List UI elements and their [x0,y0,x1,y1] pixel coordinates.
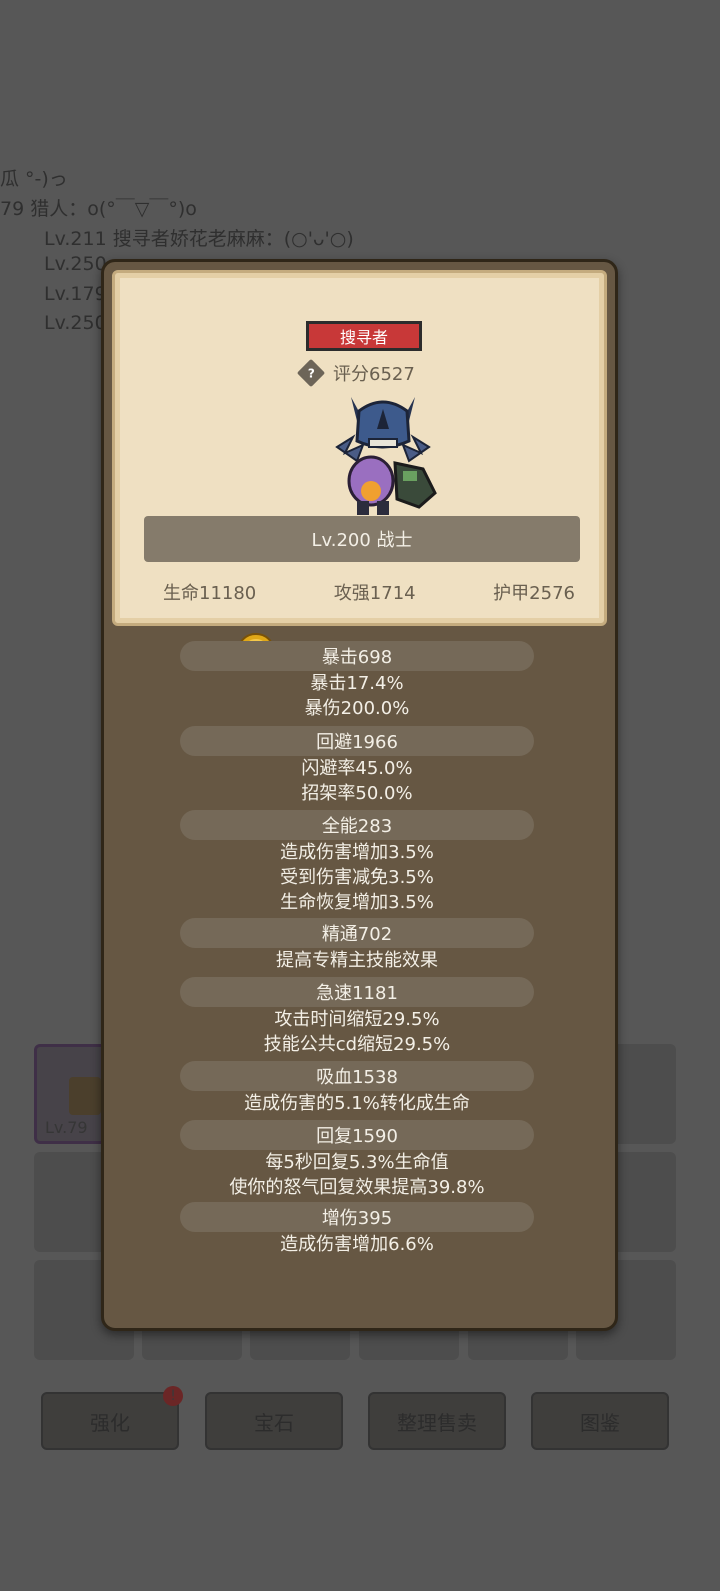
stat-detail: 受到伤害减免3.5% [280,867,434,888]
bag-icon [69,1077,101,1115]
stat-detail: 造成伤害增加6.6% [280,1234,434,1255]
chat-line: Lv.179 [44,283,107,305]
stat-block-haste: 急速1181 攻击时间缩短29.5% 技能公共cd缩短29.5% [180,977,534,1057]
slot-level: Lv.79 [45,1118,88,1137]
stat-header: 吸血1538 [180,1061,534,1091]
stat-detail: 攻击时间缩短29.5% [274,1009,440,1030]
stat-block-regen: 回复1590 每5秒回复5.3%生命值 使你的怒气回复效果提高39.8% [180,1120,534,1200]
armor-stat: 护甲2576 [493,583,575,604]
stat-header: 回避1966 [180,726,534,756]
rank-badge: 搜寻者 [306,321,422,351]
enhance-button-label: 强化 [90,1410,130,1435]
stat-header: 精通702 [180,918,534,948]
codex-button[interactable]: 图鉴 [531,1392,669,1450]
level-class-bar: Lv.200 战士 [144,516,580,562]
chat-line: 79 猎人：o(°￣▽￣°)o [0,198,197,220]
chat-line: Lv.211 搜寻者娇花老麻麻：(○'ᴗ'○) [44,228,354,250]
stat-block-mastery: 精通702 提高专精主技能效果 [180,918,534,973]
codex-button-label: 图鉴 [580,1410,620,1435]
character-card: 搜寻者 ? 评分6527 Lv.200 战士 生命11180 攻强1714 护甲… [112,270,607,626]
chat-line: 瓜 °-)っ [0,168,68,190]
gem-button-label: 宝石 [254,1410,294,1435]
stat-block-crit: 暴击698 暴击17.4% 暴伤200.0% [180,641,534,721]
stat-header: 全能283 [180,810,534,840]
stat-detail: 生命恢复增加3.5% [280,892,434,913]
stat-header: 暴击698 [180,641,534,671]
score-row: ? 评分6527 [296,358,415,388]
stat-detail: 造成伤害增加3.5% [280,842,434,863]
stat-detail: 闪避率45.0% [301,758,413,779]
hp-stat: 生命11180 [163,583,257,604]
stat-detail: 招架率50.0% [301,783,413,804]
stat-header: 急速1181 [180,977,534,1007]
stat-block-evade: 回避1966 闪避率45.0% 招架率50.0% [180,726,534,806]
attack-stat: 攻强1714 [333,583,416,604]
stat-detail: 提高专精主技能效果 [276,950,438,971]
main-stats: 生命11180 攻强1714 护甲2576 [145,579,575,605]
score-value: 评分6527 [333,364,415,385]
stat-header: 增伤395 [180,1202,534,1232]
warrior-avatar [335,397,437,515]
enhance-button[interactable]: 强化 ! [41,1386,183,1450]
sort-sell-button[interactable]: 整理售卖 [368,1392,506,1450]
stat-block-damage-bonus: 增伤395 造成伤害增加6.6% [180,1202,534,1257]
stat-detail: 暴伤200.0% [304,698,410,719]
alert-badge-icon: ! [163,1386,183,1406]
stat-detail: 造成伤害的5.1%转化成生命 [244,1093,470,1114]
help-icon[interactable]: ? [296,358,326,388]
stat-block-versatility: 全能283 造成伤害增加3.5% 受到伤害减免3.5% 生命恢复增加3.5% [180,810,534,915]
stat-detail: 暴击17.4% [310,673,404,694]
stat-detail: 使你的怒气回复效果提高39.8% [229,1177,485,1198]
sort-sell-button-label: 整理售卖 [397,1410,477,1435]
stat-block-lifesteal: 吸血1538 造成伤害的5.1%转化成生命 [180,1061,534,1116]
stat-detail: 技能公共cd缩短29.5% [263,1034,451,1055]
gem-button[interactable]: 宝石 [205,1392,343,1450]
stat-header: 回复1590 [180,1120,534,1150]
stat-detail: 每5秒回复5.3%生命值 [265,1152,449,1173]
character-stats-panel: 搜寻者 ? 评分6527 Lv.200 战士 生命11180 攻强1714 护甲… [101,259,618,1331]
chat-line: Lv.250 [44,312,107,334]
chat-line: Lv.250 [44,253,107,275]
